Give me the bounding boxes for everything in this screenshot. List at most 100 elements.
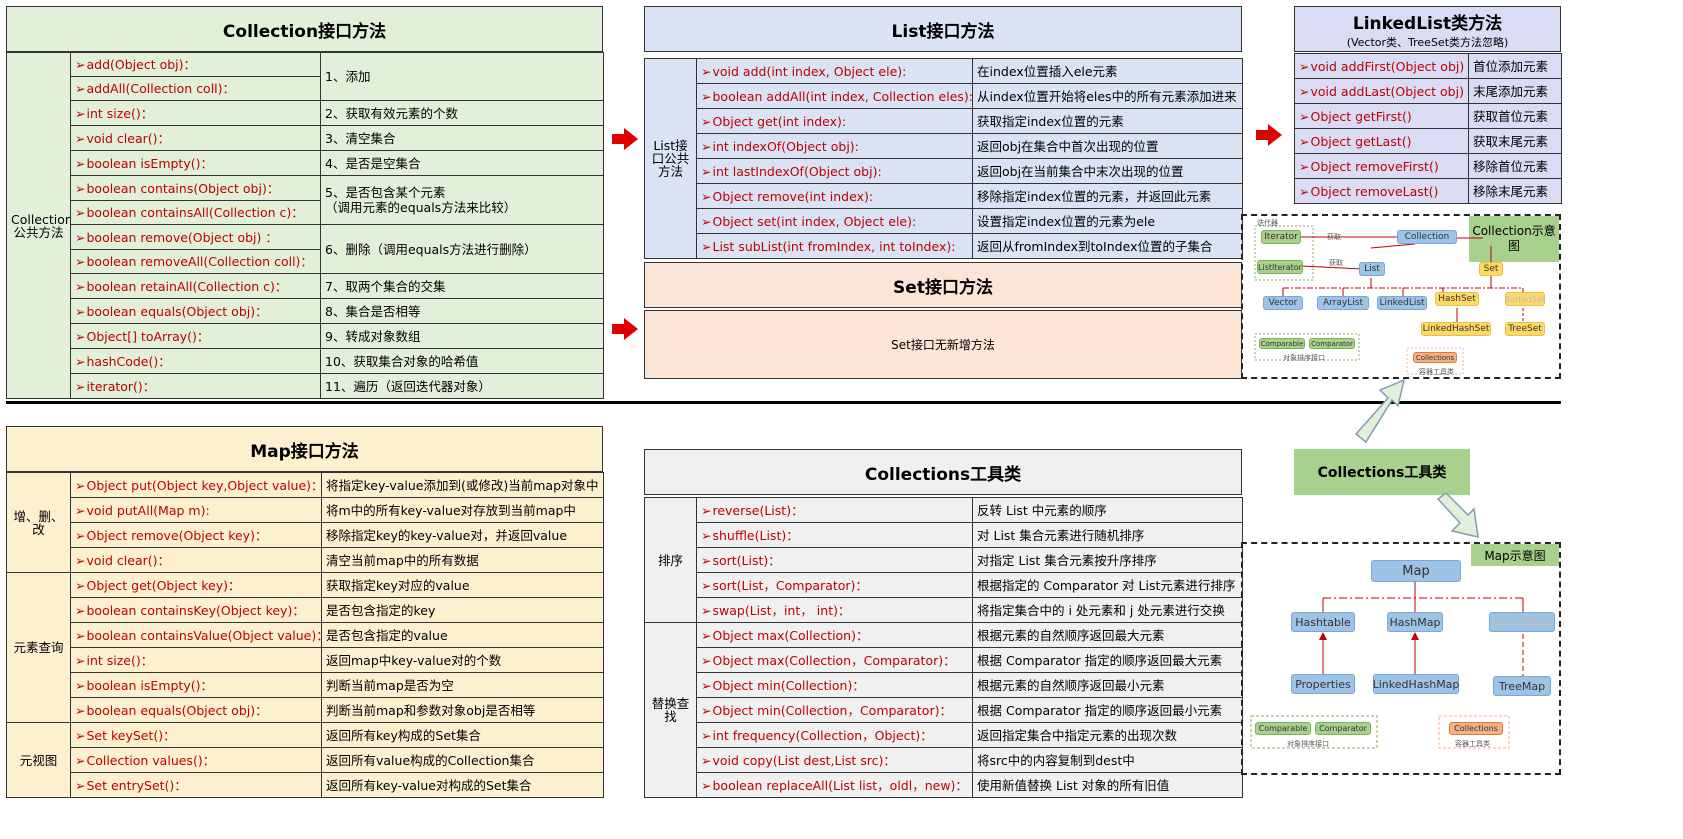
list-title: List接口方法 — [644, 6, 1242, 52]
method-name: void clear()： — [70, 125, 321, 151]
node-vector: Vector — [1263, 296, 1303, 310]
map-diagram: Map示意图 Map Hashtable HashMap SortedMap P… — [1241, 542, 1561, 775]
method-desc: 获取指定key对应的value — [321, 572, 604, 598]
method-name: Set entrySet()： — [70, 772, 322, 798]
collections-util-title: Collections工具类 — [644, 449, 1242, 495]
method-name: boolean retainAll(Collection c)： — [70, 273, 321, 299]
method-desc: 反转 List 中元素的顺序 — [972, 497, 1243, 523]
collection-row: boolean equals(Object obj)：8、集合是否相等 — [7, 298, 604, 324]
method-desc: 根据元素的自然顺序返回最大元素 — [972, 622, 1243, 648]
method-name: Object set(int index, Object ele): — [696, 208, 973, 234]
map-row: boolean isEmpty()：判断当前map是否为空 — [7, 672, 604, 698]
map-row: Set entrySet()：返回所有key-value对构成的Set集合 — [7, 772, 604, 798]
map-row: Collection values()：返回所有value构成的Collecti… — [7, 747, 604, 773]
node-properties: Properties — [1291, 674, 1355, 694]
method-name: Object put(Object key,Object value)： — [70, 472, 322, 498]
method-name: Object removeLast() — [1294, 178, 1469, 204]
method-desc: 将指定key-value添加到(或修改)当前map对象中 — [321, 472, 604, 498]
map-category: 元视图 — [6, 722, 71, 798]
method-name: int size()： — [70, 647, 322, 673]
method-desc: 2、获取有效元素的个数 — [320, 100, 604, 126]
method-name: Object max(Collection)： — [696, 622, 973, 648]
method-desc: 移除末尾元素 — [1468, 178, 1562, 204]
node-sortedset: SortedSet — [1505, 292, 1545, 306]
method-desc: 返回obj在集合中首次出现的位置 — [972, 133, 1243, 159]
caption-iterator-group: 迭代器 — [1257, 219, 1278, 227]
collection-row: Object[] toArray()：9、转成对象数组 — [7, 323, 604, 349]
map-row: 元素查询Object get(Object key)：获取指定key对应的val… — [6, 572, 604, 723]
node-list: List — [1359, 262, 1385, 276]
method-desc: 在index位置插入ele元素 — [972, 58, 1243, 84]
caption-util-group: 容器工具类 — [1419, 368, 1454, 376]
list-panel: List接口方法 List接口公共方法void add(int index, O… — [644, 6, 1243, 259]
method-desc: 3、清空集合 — [320, 125, 604, 151]
method-name: Object getFirst() — [1294, 103, 1469, 129]
method-name: void addLast(Object obj) — [1294, 78, 1469, 104]
method-name: hashCode()： — [70, 348, 321, 374]
node-map-comparable: Comparable — [1255, 722, 1311, 735]
method-desc: 从index位置开始将eles中的所有元素添加进来 — [972, 83, 1243, 109]
node-map-collections: Collections — [1449, 722, 1503, 735]
method-name: void clear()： — [70, 547, 322, 573]
list-row: Object get(int index):获取指定index位置的元素 — [645, 108, 1243, 134]
map-row: 增、删、改Object put(Object key,Object value)… — [6, 472, 604, 573]
set-body: Set接口无新增方法 — [644, 310, 1242, 379]
node-map: Map — [1371, 560, 1461, 582]
method-desc: 移除首位元素 — [1468, 153, 1562, 179]
node-linkedhashmap: LinkedHashMap — [1373, 674, 1459, 694]
caption-get-2: 获取 — [1329, 259, 1343, 267]
method-name: Object get(Object key)： — [70, 572, 322, 598]
map-category: 元素查询 — [6, 572, 71, 723]
arrow-to-linkedlist — [1256, 124, 1282, 146]
arrow-up-to-collection-diagram — [1354, 378, 1406, 444]
method-desc: 返回所有key-value对构成的Set集合 — [321, 772, 604, 798]
cu-row: 排序reverse(List)：反转 List 中元素的顺序 — [644, 497, 1243, 623]
list-row: int lastIndexOf(Object obj):返回obj在当前集合中末… — [645, 158, 1243, 184]
method-desc: 获取指定index位置的元素 — [972, 108, 1243, 134]
linkedlist-row: Object removeLast()移除末尾元素 — [1294, 178, 1562, 204]
map-table: 增、删、改Object put(Object key,Object value)… — [6, 472, 604, 798]
cu-category: 排序 — [644, 497, 697, 623]
method-desc: 末尾添加元素 — [1468, 78, 1562, 104]
node-treemap: TreeMap — [1493, 676, 1551, 696]
linkedlist-row: Object getFirst()获取首位元素 — [1294, 103, 1562, 129]
list-row: Object remove(int index):移除指定index位置的元素，… — [645, 183, 1243, 209]
method-desc: 获取首位元素 — [1468, 103, 1562, 129]
node-listiterator: ListIterator — [1257, 260, 1303, 274]
method-name: Object remove(Object key)： — [70, 522, 322, 548]
arrow-to-list — [612, 128, 638, 150]
method-name: boolean isEmpty()： — [70, 672, 322, 698]
method-desc: 设置指定index位置的元素为ele — [972, 208, 1243, 234]
method-name: boolean contains(Object obj)： — [70, 175, 321, 201]
collection-title: Collection接口方法 — [6, 6, 603, 52]
cu-row: 替换查找Object max(Collection)：根据元素的自然顺序返回最大… — [644, 622, 1243, 798]
method-desc: 是否包含指定的value — [321, 622, 604, 648]
cu-row: sort(List，Comparator)：根据指定的 Comparator 对… — [645, 572, 1243, 598]
map-row: void clear()：清空当前map中的所有数据 — [7, 547, 604, 573]
collection-row: int size()：2、获取有效元素的个数 — [7, 100, 604, 126]
collection-row: void clear()：3、清空集合 — [7, 125, 604, 151]
method-name: void add(int index, Object ele): — [696, 58, 973, 84]
method-name: sort(List)： — [696, 547, 973, 573]
method-desc: 返回map中key-value对的个数 — [321, 647, 604, 673]
cu-row: void copy(List dest,List src)：将src中的内容复制… — [645, 747, 1243, 773]
cu-row: int frequency(Collection，Object)：返回指定集合中… — [645, 722, 1243, 748]
node-set: Set — [1479, 262, 1503, 276]
map-category: 增、删、改 — [6, 472, 71, 573]
method-desc: 首位添加元素 — [1468, 53, 1562, 79]
method-desc: 返回从fromIndex到toIndex位置的子集合 — [972, 233, 1243, 259]
collections-util-table: 排序reverse(List)：反转 List 中元素的顺序shuffle(Li… — [644, 497, 1243, 798]
linkedlist-row: Object getLast()获取末尾元素 — [1294, 128, 1562, 154]
method-desc: 根据 Comparator 指定的顺序返回最小元素 — [972, 697, 1243, 723]
method-desc: 根据指定的 Comparator 对 List元素进行排序 — [972, 572, 1243, 598]
map-row: void putAll(Map m):将m中的所有key-value对存放到当前… — [7, 497, 604, 523]
method-desc: 1、添加 — [320, 52, 604, 101]
method-name: Collection values()： — [70, 747, 322, 773]
node-hashmap: HashMap — [1387, 612, 1443, 632]
method-name: boolean removeAll(Collection coll)： — [70, 249, 321, 274]
linkedlist-table: void addFirst(Object obj)首位添加元素void addL… — [1294, 53, 1562, 204]
method-desc: 根据 Comparator 指定的顺序返回最大元素 — [972, 647, 1243, 673]
method-desc: 9、转成对象数组 — [320, 323, 604, 349]
method-name: boolean remove(Object obj) ： — [70, 224, 321, 250]
method-desc: 4、是否是空集合 — [320, 150, 604, 176]
